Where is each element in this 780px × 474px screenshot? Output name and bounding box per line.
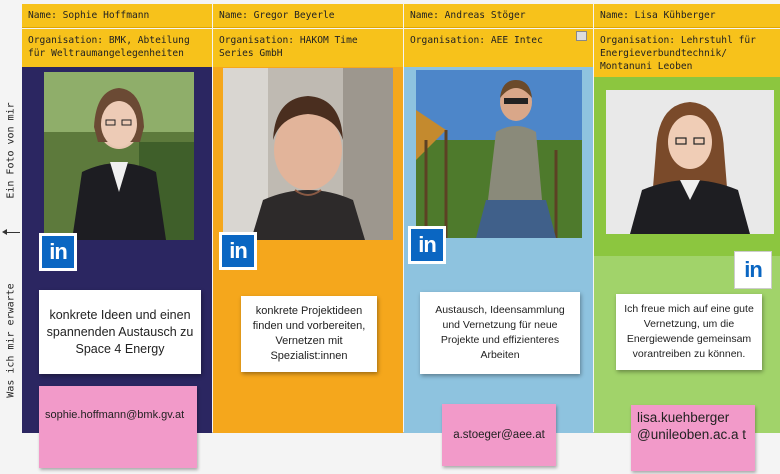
email-note[interactable]: sophie.hoffmann@bmk.gv.at [39, 386, 197, 468]
expectation-note: konkrete Ideen und einen spannenden Aust… [39, 290, 201, 374]
expectation-note: konkrete Projektideen finden und vorbere… [241, 296, 377, 372]
person-organisation: Organisation: BMK, Abteilung für Weltrau… [22, 29, 212, 67]
arrow-icon [2, 229, 20, 235]
person-column-gregor: Name: Gregor Beyerle Organisation: HAKOM… [213, 0, 403, 474]
profile-photo [223, 68, 393, 240]
person-name: Name: Gregor Beyerle [213, 4, 403, 28]
comment-icon[interactable] [576, 31, 587, 41]
person-name: Name: Lisa Kühberger [594, 4, 780, 28]
linkedin-icon[interactable]: in [408, 226, 446, 264]
profile-photo [606, 90, 774, 234]
person-organisation: Organisation: Lehrstuhl für Energieverbu… [594, 29, 780, 77]
person-name: Name: Andreas Stöger [404, 4, 593, 28]
person-name: Name: Sophie Hoffmann [22, 4, 212, 28]
row-label-photo: Ein Foto von mir [5, 101, 17, 199]
profile-photo [416, 70, 582, 238]
person-organisation: Organisation: HAKOM Time Series GmbH [213, 29, 403, 67]
linkedin-icon[interactable]: in [734, 251, 772, 289]
linkedin-icon[interactable]: in [39, 233, 77, 271]
person-column-sophie: Name: Sophie Hoffmann Organisation: BMK,… [22, 0, 212, 474]
linkedin-icon[interactable]: in [219, 232, 257, 270]
person-column-andreas: Name: Andreas Stöger Organisation: AEE I… [404, 0, 593, 474]
expectation-note: Ich freue mich auf eine gute Vernetzung,… [616, 294, 762, 370]
person-column-lisa: Name: Lisa Kühberger Organisation: Lehrs… [594, 0, 780, 474]
person-organisation: Organisation: AEE Intec [404, 29, 593, 67]
profile-photo [44, 72, 194, 240]
row-label-expectation: Was ich mir erwarte [5, 282, 17, 398]
email-note[interactable]: a.stoeger@aee.at [442, 404, 556, 466]
email-note[interactable]: lisa.kuehberger @unileoben.ac.a t [631, 405, 755, 471]
expectation-note: Austausch, Ideensammlung und Vernetzung … [420, 292, 580, 374]
